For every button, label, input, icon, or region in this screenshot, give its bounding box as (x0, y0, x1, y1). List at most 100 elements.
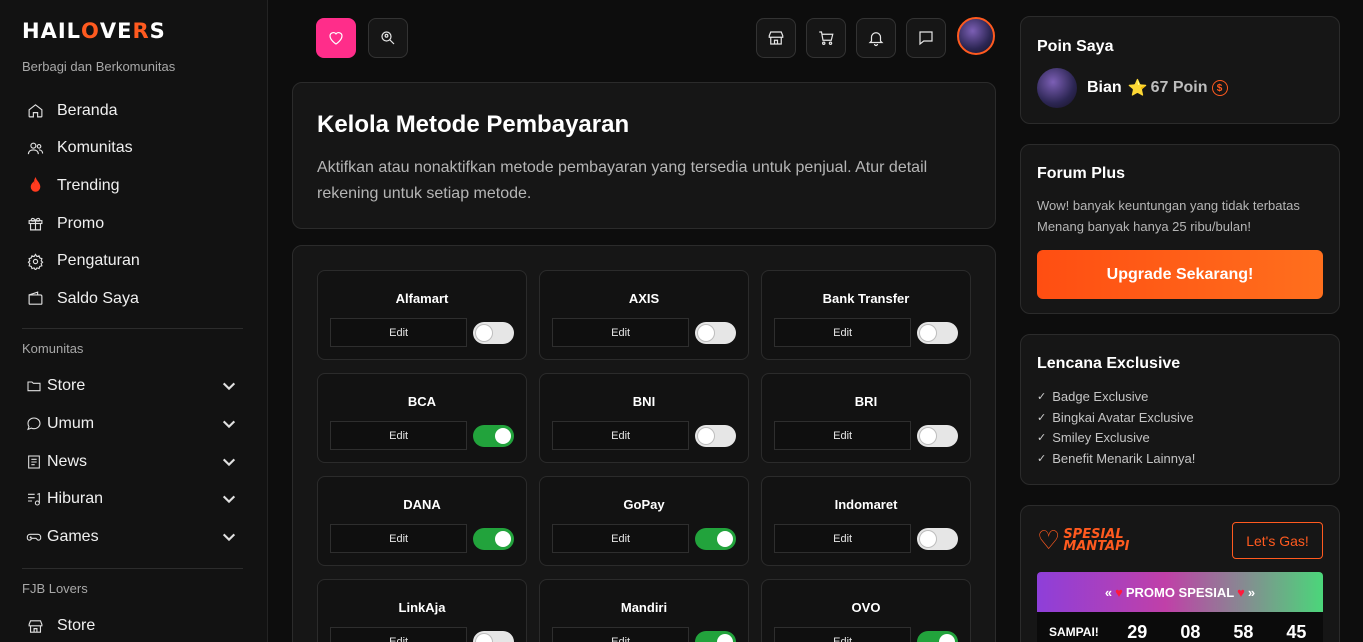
payment-method-name: Alfamart (395, 291, 449, 306)
forum-plus-line: Wow! banyak keuntungan yang tidak terbat… (1037, 198, 1300, 213)
list-item-label: Badge Exclusive (1052, 388, 1149, 404)
edit-button[interactable]: Edit (774, 627, 912, 642)
toggle-knob (717, 530, 734, 547)
edit-button[interactable]: Edit (552, 318, 690, 347)
payment-method-card: BCA Edit (317, 373, 527, 463)
payment-method-controls: Edit (552, 627, 736, 642)
edit-button[interactable]: Edit (330, 524, 468, 553)
promo-header: ♡ SPESIAL MANTAPI Let's Gas! (1037, 522, 1323, 559)
forum-plus-line: Menang banyak hanya 25 ribu/bulan! (1037, 219, 1251, 234)
heart-icon (329, 32, 343, 45)
list-item: ✓ Smiley Exclusive (1037, 428, 1323, 449)
payment-method-name: Indomaret (834, 497, 898, 512)
toggle-knob (939, 633, 956, 642)
payment-method-name: GoPay (623, 497, 665, 512)
site-logo[interactable]: HAIL O VE R S (22, 18, 245, 44)
category-news[interactable]: News (22, 443, 243, 481)
toggle-knob (717, 633, 734, 642)
payment-method-toggle[interactable] (917, 630, 958, 642)
search-button[interactable] (368, 18, 408, 58)
forum-plus-card: Forum Plus Wow! banyak keuntungan yang t… (1020, 144, 1340, 314)
banner-text: PROMO SPESIAL (1125, 584, 1235, 600)
cart-button[interactable] (806, 18, 846, 58)
store-icon (768, 31, 784, 45)
payment-method-name: Mandiri (620, 600, 668, 615)
messages-button[interactable] (906, 18, 946, 58)
store-icon (26, 617, 44, 635)
edit-button[interactable]: Edit (330, 627, 468, 642)
payment-method-toggle[interactable] (695, 321, 736, 344)
edit-button[interactable]: Edit (552, 524, 690, 553)
toggle-knob (495, 427, 512, 444)
users-icon (26, 139, 44, 157)
edit-button[interactable]: Edit (330, 318, 468, 347)
logo-text: HAIL (22, 19, 82, 43)
edit-button[interactable]: Edit (774, 421, 912, 450)
edit-button[interactable]: Edit (552, 421, 690, 450)
nav-item-saldo[interactable]: Saldo Saya (22, 280, 245, 318)
upgrade-button[interactable]: Upgrade Sekarang! (1037, 250, 1323, 299)
payment-method-toggle[interactable] (695, 424, 736, 447)
category-store[interactable]: Store (22, 368, 243, 406)
category-hiburan[interactable]: Hiburan (22, 480, 243, 518)
promo-logo-line: MANTAPI (1063, 538, 1130, 554)
payment-method-name: DANA (403, 497, 441, 512)
edit-button[interactable]: Edit (330, 421, 468, 450)
payment-method-toggle[interactable] (917, 527, 958, 550)
coin-icon: $ (1211, 80, 1228, 96)
toggle-knob (698, 427, 715, 444)
promo-banner[interactable]: « ♥ PROMO SPESIAL ♥ » (1037, 572, 1323, 612)
list-item: ✓ Benefit Menarik Lainnya! (1037, 448, 1323, 469)
edit-button[interactable]: Edit (552, 627, 690, 642)
payment-method-name: BNI (632, 394, 656, 409)
divider (22, 567, 243, 569)
payment-method-toggle[interactable] (695, 527, 736, 550)
payment-method-toggle[interactable] (473, 527, 514, 550)
payment-method-controls: Edit (774, 421, 958, 450)
list-item-label: Bingkai Avatar Exclusive (1052, 409, 1194, 425)
user-avatar[interactable] (957, 17, 995, 55)
lets-gas-button[interactable]: Let's Gas! (1232, 522, 1323, 559)
category-games[interactable]: Games (22, 518, 243, 556)
payment-method-toggle[interactable] (917, 424, 958, 447)
payment-method-card: Mandiri Edit (539, 579, 749, 642)
nav-item-pengaturan[interactable]: Pengaturan (22, 242, 245, 280)
section-label-fjb: FJB Lovers (22, 580, 88, 596)
avatar[interactable] (1037, 68, 1077, 108)
edit-button[interactable]: Edit (774, 318, 912, 347)
user-name: Bian (1087, 79, 1122, 96)
lencana-list: ✓ Badge Exclusive ✓ Bingkai Avatar Exclusi… (1037, 386, 1323, 469)
toggle-knob (920, 324, 937, 341)
payment-method-card: DANA Edit (317, 476, 527, 566)
banner-arrow-right: » (1247, 584, 1256, 600)
payment-method-card: Bank Transfer Edit (761, 270, 971, 360)
payment-method-toggle[interactable] (473, 630, 514, 642)
payment-method-toggle[interactable] (695, 630, 736, 642)
nav-item-beranda[interactable]: Beranda (22, 92, 245, 130)
forum-plus-description: Wow! banyak keuntungan yang tidak terbat… (1037, 195, 1323, 237)
store-button[interactable] (756, 18, 796, 58)
promo-card: ♡ SPESIAL MANTAPI Let's Gas! « ♥ PROMO SP… (1020, 505, 1340, 642)
nav-item-promo[interactable]: Promo (22, 205, 245, 243)
edit-button[interactable]: Edit (774, 524, 912, 553)
payment-method-toggle[interactable] (473, 424, 514, 447)
nav-item-trending[interactable]: Trending (22, 167, 245, 205)
payment-method-toggle[interactable] (473, 321, 514, 344)
nav-item-komunitas[interactable]: Komunitas (22, 130, 245, 168)
home-icon (26, 102, 44, 120)
category-label: Umum (47, 414, 95, 432)
payment-method-card: Alfamart Edit (317, 270, 527, 360)
payment-methods-grid: Alfamart Edit AXIS Edit Bank Transfer Edit BCA… (317, 270, 971, 642)
divider (22, 327, 243, 329)
check-icon: ✓ (1037, 411, 1047, 424)
favorites-button[interactable] (316, 18, 356, 58)
payment-method-toggle[interactable] (917, 321, 958, 344)
payment-method-name: AXIS (628, 291, 660, 306)
notifications-button[interactable] (856, 18, 896, 58)
poin-title: Poin Saya (1037, 38, 1114, 55)
payment-method-card: LinkAja Edit (317, 579, 527, 642)
chevron-down-icon (222, 533, 236, 541)
search-location-icon (381, 31, 395, 45)
fjb-item-store[interactable]: Store (22, 608, 245, 642)
category-umum[interactable]: Umum (22, 405, 243, 443)
